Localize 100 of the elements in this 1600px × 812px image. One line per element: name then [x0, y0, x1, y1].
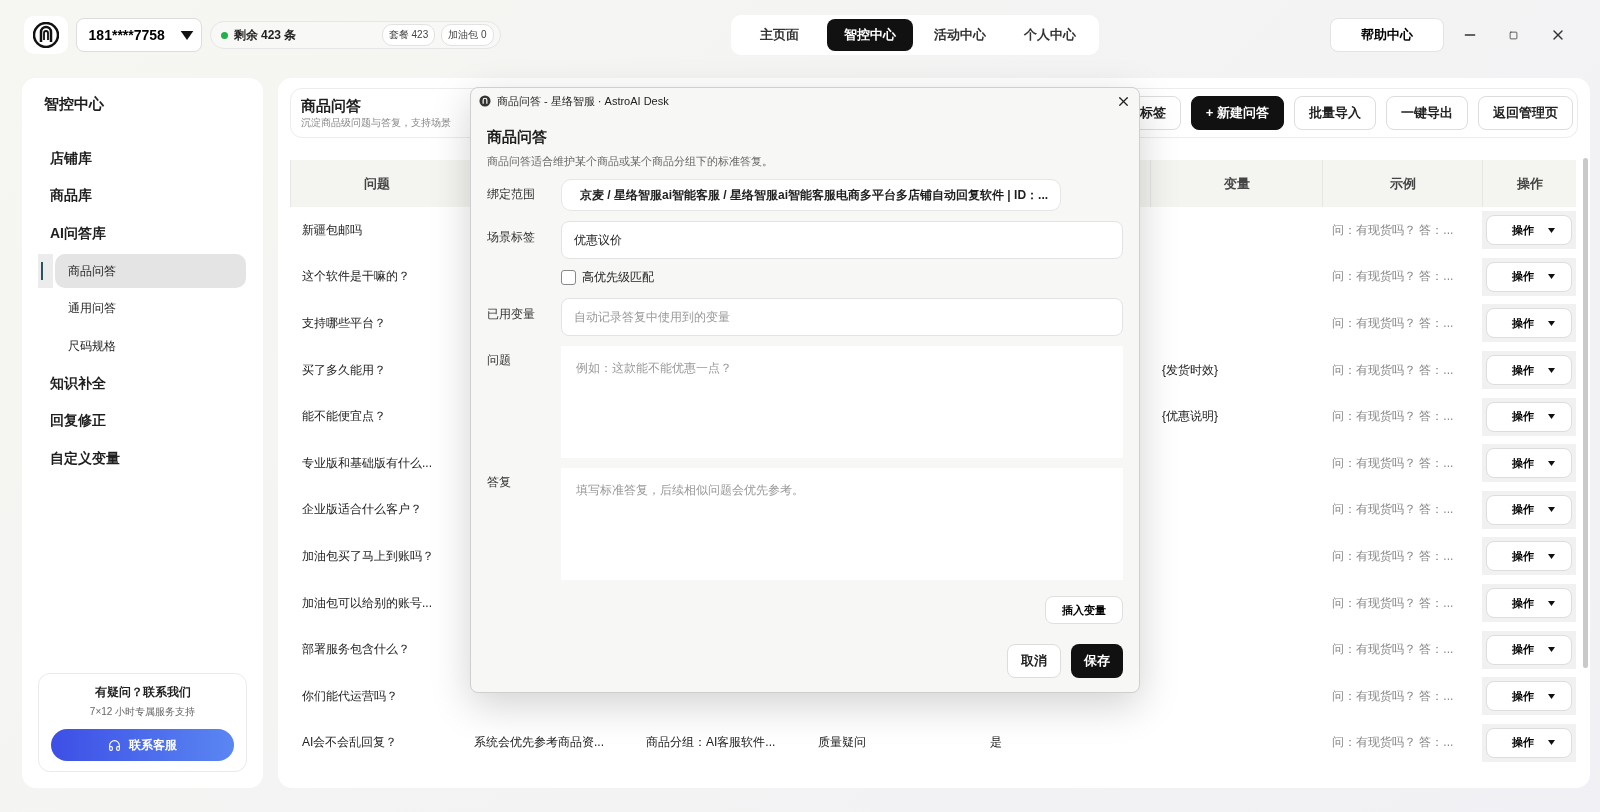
input-field[interactable]: 自动记录答复中使用到的变量	[561, 298, 1123, 336]
scrollbar[interactable]	[1583, 158, 1588, 668]
table-cell-text: 问：有现货吗？ 答：...	[1331, 221, 1455, 239]
table-cell-text: 质量疑问	[817, 734, 867, 752]
account-dropdown[interactable]: 181****7758	[75, 18, 202, 52]
caret-icon	[1547, 321, 1555, 326]
toolbar-button[interactable]: 一键导出	[1386, 96, 1468, 130]
nav-tab[interactable]: 活动中心	[916, 19, 1003, 51]
sidebar-item[interactable]: 自定义变量	[38, 440, 247, 478]
sidebar-subitem[interactable]: 尺码规格	[55, 329, 246, 364]
dialog-title: 商品问答 - 星络智服 · AstroAI Desk	[497, 93, 670, 109]
help-button[interactable]: 帮助中心	[1329, 18, 1444, 52]
status-dot-icon	[220, 31, 228, 39]
field-label: 绑定范围	[487, 186, 536, 203]
logo-icon	[32, 22, 59, 48]
caret-icon	[1547, 647, 1555, 653]
dialog-button[interactable]: 取消	[1007, 644, 1061, 678]
table-cell-text: 问：有现货吗？ 答：...	[1331, 408, 1455, 426]
checkbox[interactable]	[561, 270, 576, 285]
dialog-description: 商品问答适合维护某个商品或某个商品分组下的标准答复。	[487, 155, 774, 169]
page-title: 商品问答	[301, 96, 362, 116]
column-header: 变量	[1150, 160, 1322, 207]
caret-icon	[1547, 553, 1555, 559]
toolbar-button[interactable]: 批量导入	[1294, 96, 1376, 130]
table-cell-text: 问：有现货吗？ 答：...	[1331, 547, 1455, 565]
text-area[interactable]: 例如：这款能不能优惠一点？	[561, 346, 1123, 458]
table-cell-text: 问：有现货吗？ 答：...	[1331, 594, 1455, 612]
field-label: 场景标签	[487, 229, 536, 246]
input-field[interactable]: 优惠议价	[561, 221, 1123, 259]
sidebar-subitem[interactable]: 商品问答	[55, 254, 246, 289]
table-cell-text: 这个软件是干嘛的？	[301, 268, 411, 286]
sidebar-item[interactable]: 店铺库	[38, 140, 247, 178]
table-cell-text: 问：有现货吗？ 答：...	[1331, 501, 1455, 519]
action-dropdown[interactable]: 操作	[1486, 634, 1572, 665]
table-cell-text: 问：有现货吗？ 答：...	[1331, 315, 1455, 332]
checkbox-label[interactable]: 高优先级匹配	[582, 269, 654, 286]
table-cell-text: 能不能便宜点？	[301, 408, 387, 426]
table-cell-text: 新疆包邮吗	[301, 221, 363, 239]
sidebar-subitem[interactable]: 通用问答	[55, 291, 246, 326]
quota-chip: 套餐 423	[381, 24, 436, 46]
insert-variable-button[interactable]: 插入变量	[1045, 596, 1123, 624]
table-cell-text: 专业版和基础版有什么...	[301, 454, 433, 472]
caret-icon	[1547, 367, 1555, 373]
nav-tab[interactable]: 智控中心	[826, 19, 913, 51]
sidebar-item[interactable]: 商品库	[38, 177, 247, 215]
table-cell-text: 问：有现货吗？ 答：...	[1331, 641, 1455, 659]
toolbar-button[interactable]: 返回管理页	[1478, 96, 1573, 130]
action-dropdown[interactable]: 操作	[1486, 681, 1572, 712]
table-cell-text: AI会不会乱回复？	[301, 734, 399, 752]
table-cell-text: 部署服务包含什么？	[301, 641, 411, 659]
table-cell-text: 问：有现货吗？ 答：...	[1331, 268, 1455, 286]
action-dropdown[interactable]: 操作	[1486, 355, 1572, 386]
column-header: 操作	[1482, 160, 1576, 207]
page-subtitle: 沉淀商品级问题与答复，支持场景	[301, 115, 451, 130]
nav-tab[interactable]: 主页面	[736, 19, 823, 51]
table-cell-text: 是	[989, 734, 1003, 752]
sidebar-item[interactable]: 回复修正	[38, 402, 247, 440]
dialog-heading: 商品问答	[487, 128, 548, 147]
caret-icon	[1547, 600, 1555, 606]
sidebar-item[interactable]: 知识补全	[38, 365, 247, 403]
field-label: 答复	[487, 474, 512, 491]
table-cell-text: 你们能代运营吗？	[301, 687, 399, 705]
action-dropdown[interactable]: 操作	[1486, 401, 1572, 432]
table-cell-text: 买了多久能用？	[301, 361, 387, 379]
action-dropdown[interactable]: 操作	[1486, 308, 1572, 339]
caret-icon	[1547, 227, 1555, 233]
table-cell-text: 问：有现货吗？ 答：...	[1331, 361, 1455, 379]
action-dropdown[interactable]: 操作	[1486, 541, 1572, 572]
action-dropdown[interactable]: 操作	[1486, 588, 1572, 619]
action-dropdown[interactable]: 操作	[1486, 448, 1572, 479]
action-dropdown[interactable]: 操作	[1486, 727, 1572, 758]
quota-chip: 加油包 0	[441, 24, 494, 46]
caret-icon	[1547, 414, 1555, 420]
dialog-button[interactable]: 保存	[1071, 644, 1123, 678]
action-dropdown[interactable]: 操作	[1486, 494, 1572, 525]
logo-tile[interactable]	[24, 16, 68, 54]
column-header: 示例	[1322, 160, 1482, 207]
table-cell-text: {优惠说明}	[1161, 408, 1219, 426]
column-header: 问题	[290, 160, 462, 207]
table-cell-text: {发货时效}	[1161, 361, 1219, 379]
table-cell-text: 加油包买了马上到账吗？	[301, 547, 435, 565]
table-cell-text: 加油包可以给别的账号...	[301, 594, 433, 612]
sidebar-title: 智控中心	[43, 94, 105, 114]
toolbar-button[interactable]: + 新建问答	[1190, 96, 1284, 130]
caret-icon	[1547, 693, 1555, 699]
text-area[interactable]: 填写标准答复，后续相似问题会优先参考。	[561, 468, 1123, 580]
contact-button[interactable]: 联系客服	[51, 729, 234, 761]
nav-tab[interactable]: 个人中心	[1006, 19, 1093, 51]
caret-icon	[1547, 507, 1555, 513]
table-cell-text: 问：有现货吗？ 答：...	[1331, 687, 1455, 705]
caret-icon	[1547, 460, 1555, 466]
contact-title: 有疑问？联系我们	[94, 684, 191, 701]
maximize-icon[interactable]	[1509, 30, 1519, 40]
field-label: 问题	[487, 352, 512, 369]
action-dropdown[interactable]: 操作	[1486, 215, 1572, 246]
sidebar-item[interactable]: AI问答库	[38, 215, 247, 253]
action-dropdown[interactable]: 操作	[1486, 261, 1572, 292]
scope-field[interactable]: 京麦 / 星络智服ai智能客服 / 星络智服ai智能客服电商多平台多店铺自动回复软件 | ID：...	[561, 179, 1062, 211]
table-cell-text: 问：有现货吗？ 答：...	[1331, 734, 1455, 752]
field-label: 已用变量	[487, 306, 536, 323]
